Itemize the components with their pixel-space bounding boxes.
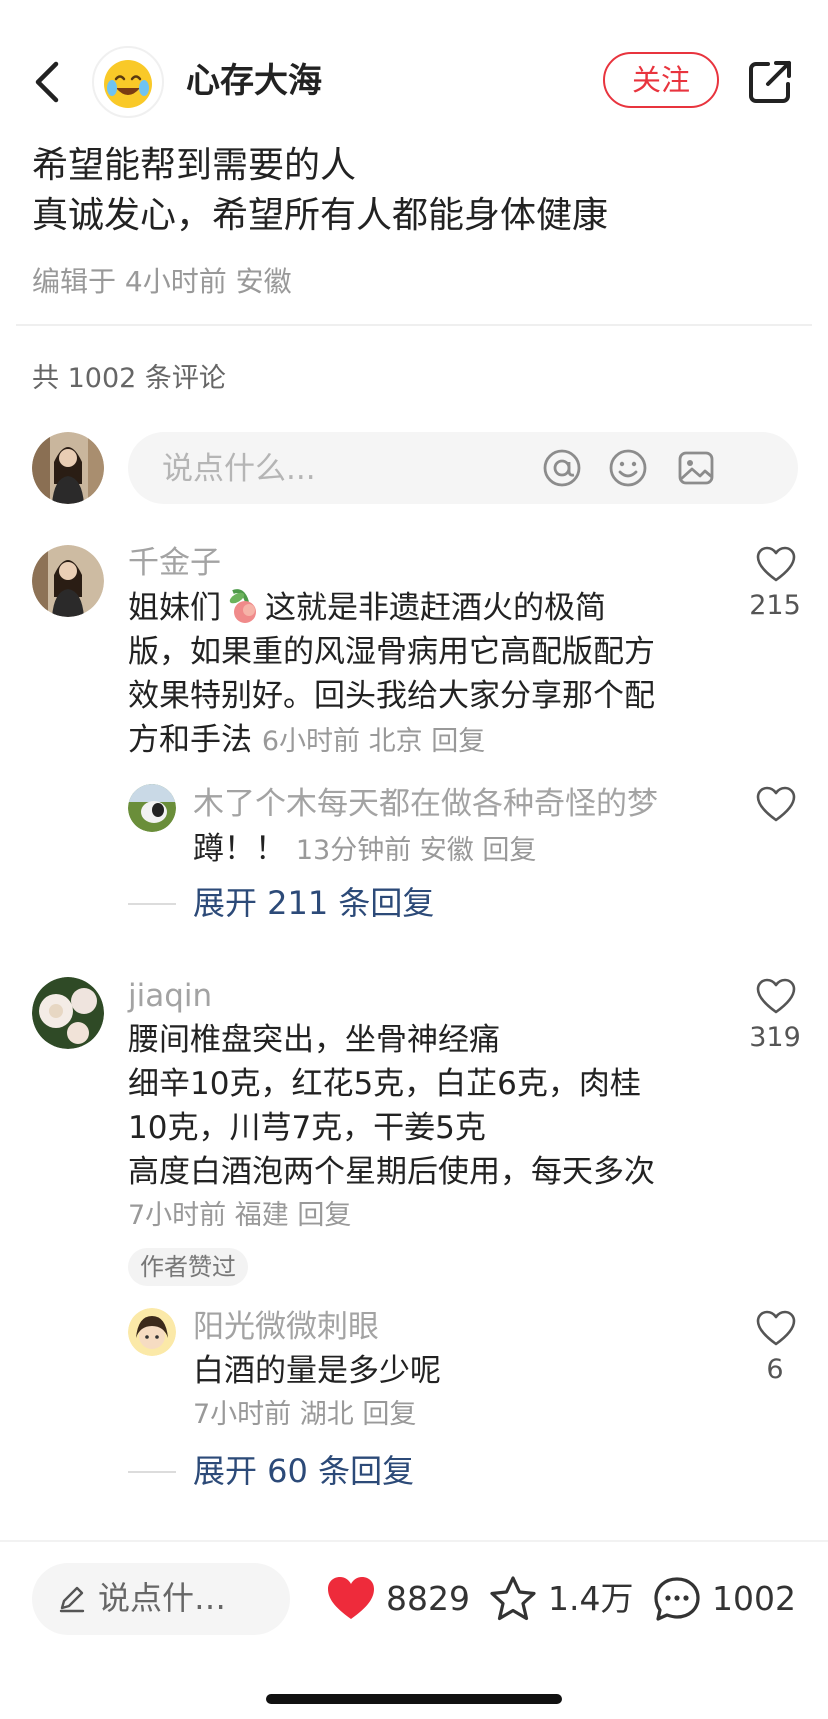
reply-username[interactable]: 阳光微微刺眼 xyxy=(193,1307,379,1347)
expand-replies-link[interactable]: 展开 211 条回复 xyxy=(193,882,434,924)
heart-outline-icon[interactable] xyxy=(756,546,796,584)
pencil-icon xyxy=(59,1586,85,1613)
back-icon[interactable] xyxy=(28,58,68,106)
emoji-icon[interactable] xyxy=(608,448,648,488)
reply-username[interactable]: 木了个木每天都在做各种奇怪的梦 xyxy=(193,784,658,824)
comment-text-line: 腰间椎盘突出，坐骨神经痛 xyxy=(128,1022,500,1058)
heart-outline-icon[interactable] xyxy=(756,1310,796,1348)
comment-total: 1002 xyxy=(712,1579,796,1618)
peach-emoji-icon xyxy=(229,589,256,623)
share-icon[interactable] xyxy=(746,58,794,106)
comment-text-line: 细辛10克，红花5克，白芷6克，肉桂 xyxy=(128,1066,641,1102)
comment-bubble-icon[interactable] xyxy=(652,1575,702,1623)
like-count: 215 xyxy=(749,590,801,621)
comment-text-line: 高度白酒泡两个星期后使用，每天多次 xyxy=(128,1154,655,1190)
home-indicator xyxy=(266,1694,562,1704)
collect-total: 1.4万 xyxy=(548,1579,634,1618)
expand-replies-link[interactable]: 展开 60 条回复 xyxy=(193,1450,414,1492)
comment-input-placeholder[interactable]: 说点什么... xyxy=(162,449,316,489)
divider xyxy=(16,324,812,326)
post-meta: 编辑于 4小时前 安徽 xyxy=(32,265,292,298)
expand-divider xyxy=(128,903,176,905)
comment-meta[interactable]: 7小时前 福建 回复 xyxy=(128,1197,351,1235)
bottom-input-label[interactable]: 说点什… xyxy=(98,1578,226,1618)
comment-text-line: 方和手法 6小时前 北京 回复 xyxy=(128,722,486,758)
heart-filled-icon[interactable] xyxy=(326,1575,376,1623)
reply-avatar[interactable] xyxy=(128,784,176,832)
author-liked-badge: 作者赞过 xyxy=(128,1248,248,1286)
follow-button[interactable]: 关注 xyxy=(603,52,719,108)
comment-text-line: 版，如果重的风湿骨病用它高配版配方 xyxy=(128,634,655,670)
reply-text: 蹲！！ 13分钟前 安徽 回复 xyxy=(193,831,537,867)
post-text-line: 希望能帮到需要的人 xyxy=(32,145,357,186)
laughing-emoji-icon xyxy=(104,60,152,108)
my-avatar xyxy=(32,432,104,504)
reply-avatar[interactable] xyxy=(128,1308,176,1356)
heart-outline-icon[interactable] xyxy=(756,978,796,1016)
like-count: 6 xyxy=(766,1354,784,1385)
like-total: 8829 xyxy=(386,1579,470,1618)
reply-meta[interactable]: 7小时前 湖北 回复 xyxy=(193,1396,416,1434)
star-icon[interactable] xyxy=(488,1575,538,1623)
comment-username[interactable]: 千金子 xyxy=(128,543,221,583)
comment-meta[interactable]: 6小时前 北京 回复 xyxy=(262,726,485,757)
expand-divider xyxy=(128,1471,176,1473)
author-avatar[interactable] xyxy=(92,46,164,118)
reply-meta[interactable]: 13分钟前 安徽 回复 xyxy=(296,835,537,866)
at-icon[interactable] xyxy=(542,448,582,488)
author-name[interactable]: 心存大海 xyxy=(186,58,322,104)
comment-text-line: 姐妹们 这就是非遗赶酒火的极简 xyxy=(128,586,606,630)
comment-text-line: 10克，川芎7克，干姜5克 xyxy=(128,1110,486,1146)
commenter-avatar[interactable] xyxy=(32,977,104,1049)
comment-count: 共 1002 条评论 xyxy=(32,363,226,394)
image-icon[interactable] xyxy=(676,448,716,488)
post-text-line: 真诚发心，希望所有人都能身体健康 xyxy=(32,195,609,236)
comment-username[interactable]: jiaqin xyxy=(128,976,212,1016)
comment-text-line: 效果特别好。回头我给大家分享那个配 xyxy=(128,678,655,714)
commenter-avatar[interactable] xyxy=(32,545,104,617)
reply-text: 白酒的量是多少呢 xyxy=(193,1353,441,1389)
heart-outline-icon[interactable] xyxy=(756,786,796,824)
like-count: 319 xyxy=(749,1022,801,1053)
